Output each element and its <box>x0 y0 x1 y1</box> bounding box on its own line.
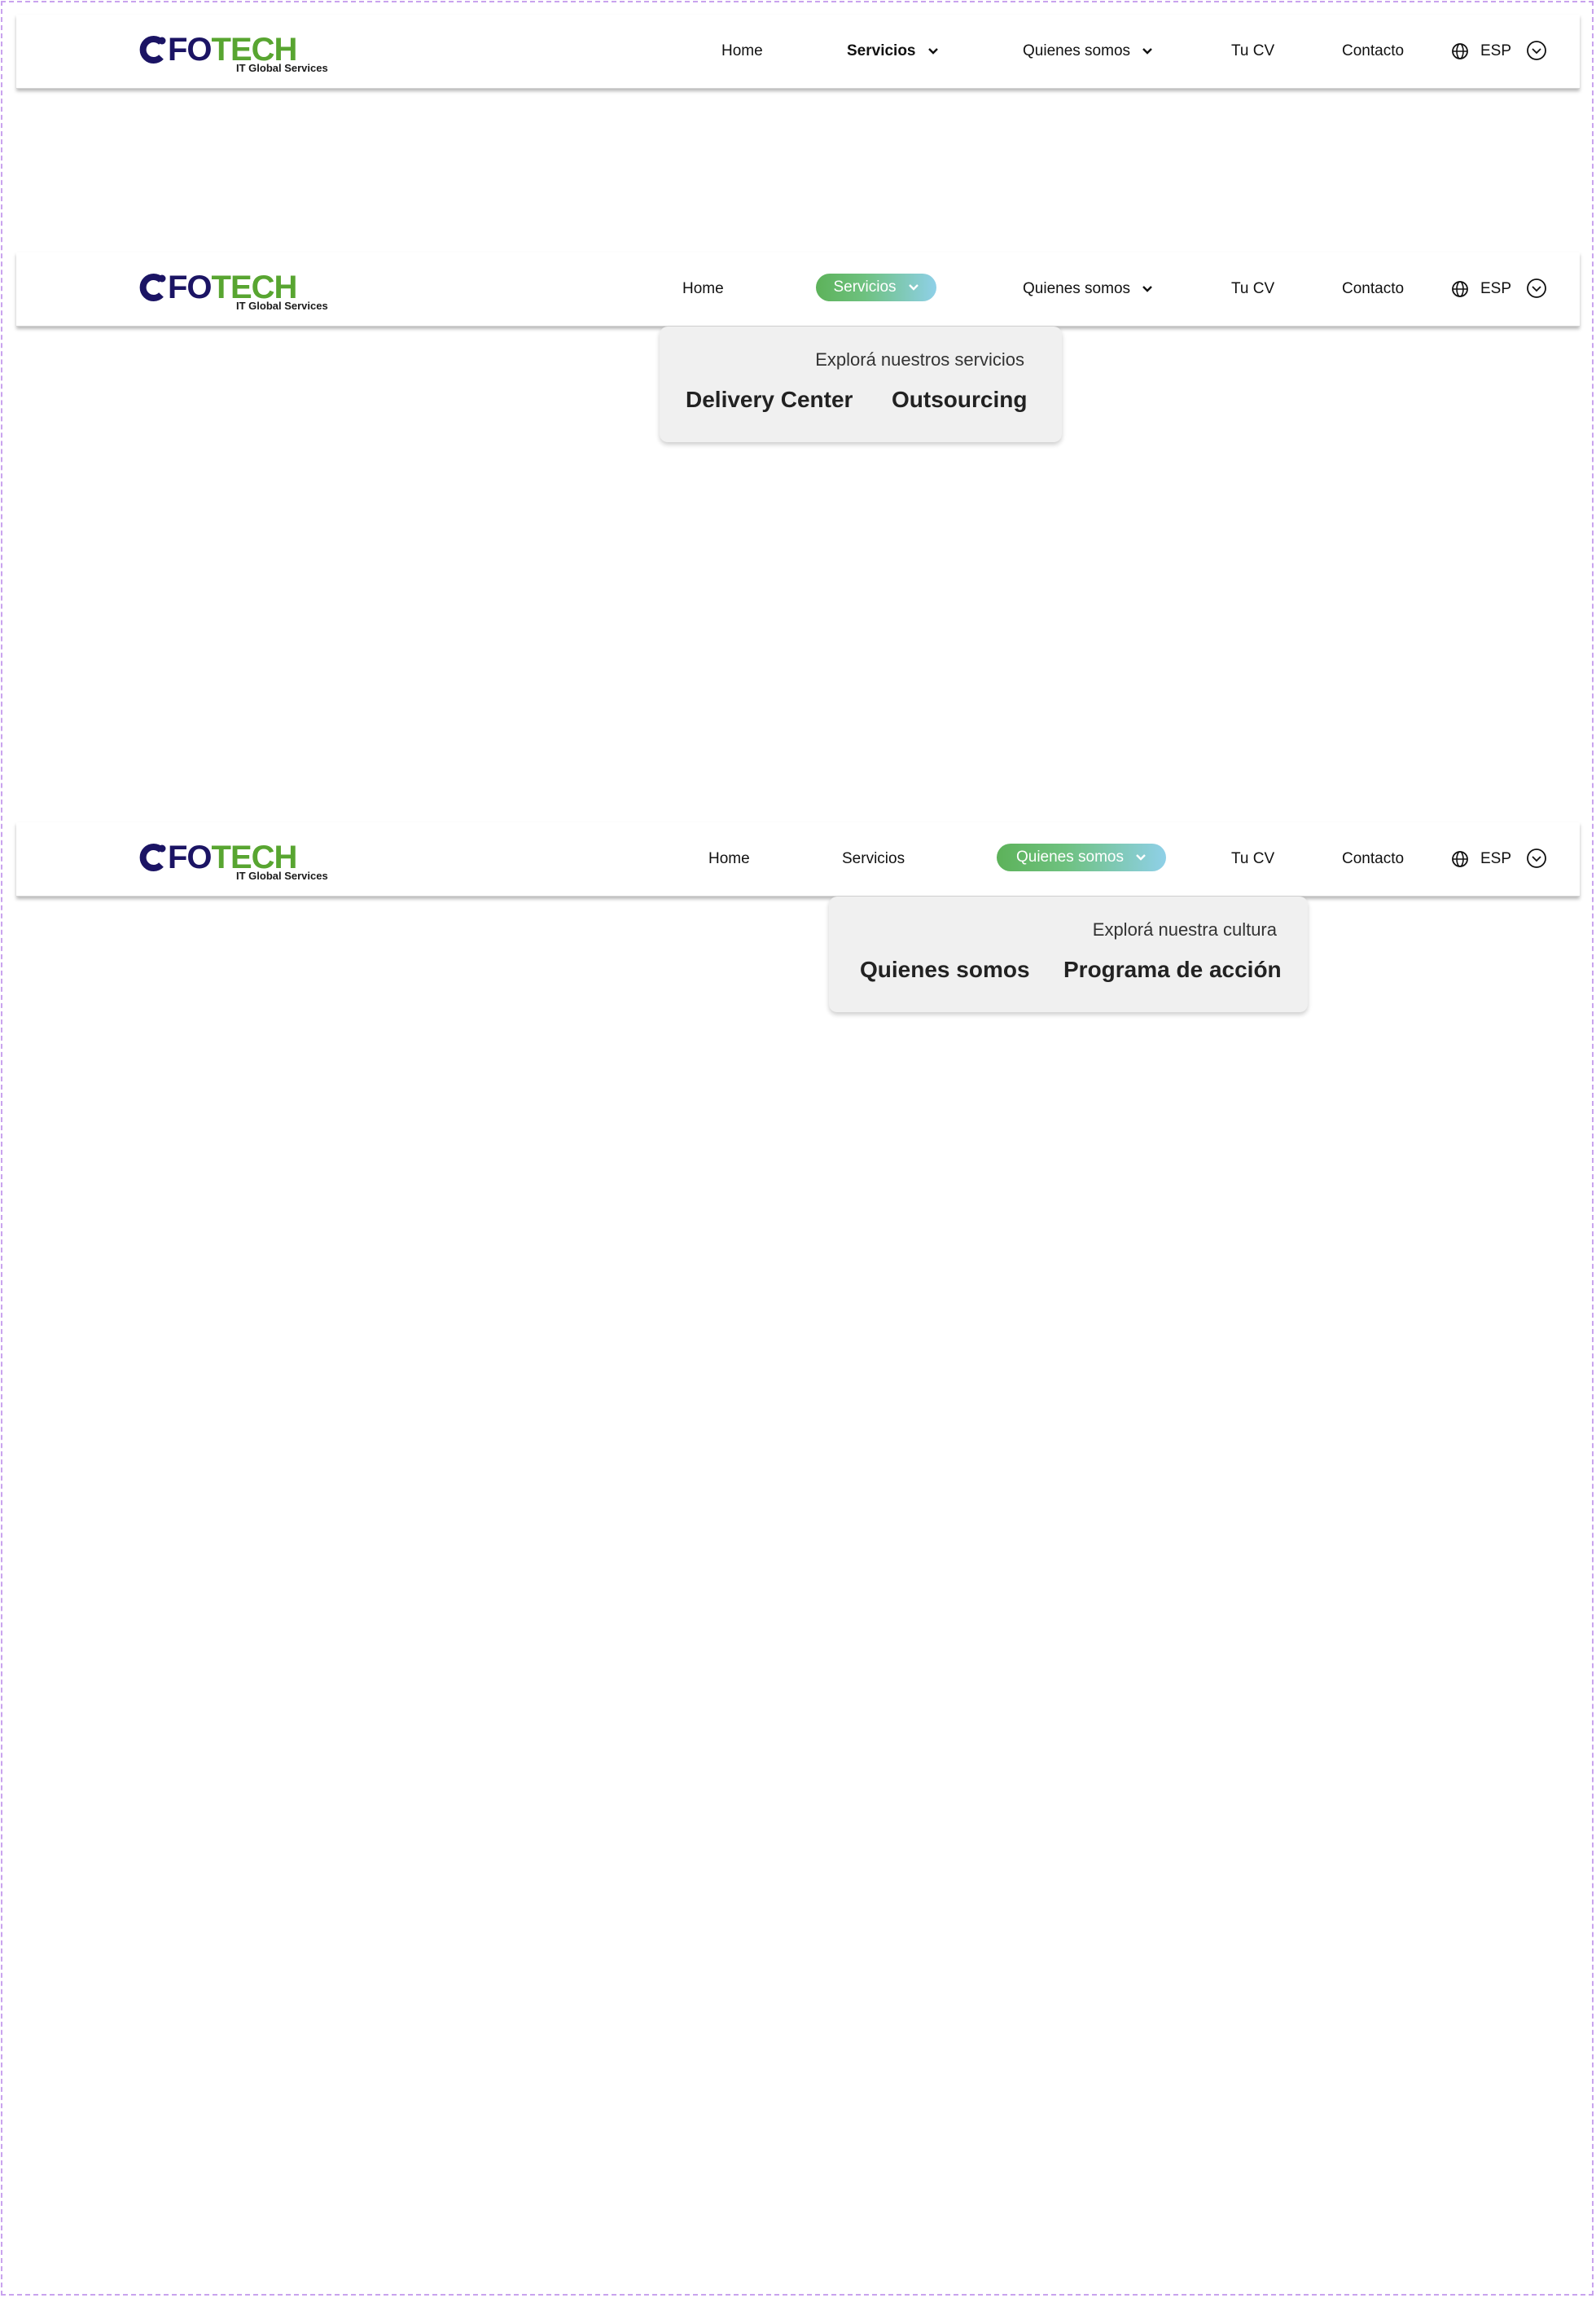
chevron-down-icon <box>1142 286 1152 292</box>
globe-icon <box>1452 851 1468 867</box>
circle-chevron-down-icon[interactable] <box>1526 848 1547 869</box>
nav-cv-label: Tu CV <box>1231 42 1275 59</box>
nav-quienes-somos-active[interactable]: Quienes somos <box>997 844 1166 871</box>
language-label: ESP <box>1480 42 1512 59</box>
logo[interactable]: FOTECH IT Global Services <box>138 31 334 77</box>
nav-home[interactable]: Home <box>708 845 750 873</box>
nav-home[interactable]: Home <box>721 37 763 65</box>
logo-tagline: IT Global Services <box>236 870 328 882</box>
nav-quienes-somos[interactable]: Quienes somos <box>1023 37 1153 65</box>
navbar-default: FOTECH IT Global Services Home Servicios… <box>16 15 1580 89</box>
language-selector[interactable]: ESP <box>1451 37 1511 65</box>
dropdown-link-outsourcing[interactable]: Outsourcing <box>892 387 1027 413</box>
navbar-servicios-open: FOTECH IT Global Services Home Servicios… <box>16 252 1580 327</box>
nav-quienes-label: Quienes somos <box>1015 849 1124 866</box>
nav-servicios-active[interactable]: Servicios <box>816 274 936 301</box>
nav-contacto-label: Contacto <box>1342 850 1405 867</box>
logo-tagline: IT Global Services <box>236 62 328 74</box>
logo[interactable]: FOTECH IT Global Services <box>138 269 334 314</box>
nav-home[interactable]: Home <box>682 275 724 303</box>
quienes-dropdown-caption: Explorá nuestra cultura <box>1092 919 1277 940</box>
nav-tu-cv[interactable]: Tu CV <box>1231 845 1274 873</box>
language-label: ESP <box>1480 280 1512 297</box>
nav-servicios-label: Servicios <box>842 850 905 867</box>
nav-home-label: Home <box>708 850 750 867</box>
language-selector[interactable]: ESP <box>1451 275 1511 303</box>
nav-quienes-label: Quienes somos <box>1023 42 1131 59</box>
language-selector[interactable]: ESP <box>1451 845 1511 873</box>
chevron-down-icon <box>1136 854 1146 861</box>
nav-contacto[interactable]: Contacto <box>1342 37 1404 65</box>
circle-chevron-down-icon[interactable] <box>1526 278 1547 299</box>
chevron-down-icon <box>927 48 938 55</box>
navbar-quienes-somos-open: FOTECH IT Global Services Home Servicios… <box>16 822 1580 897</box>
nav-home-label: Home <box>721 42 763 59</box>
dropdown-link-quienes-somos[interactable]: Quienes somos <box>860 957 1030 983</box>
logo-c-mark-icon <box>139 274 166 301</box>
nav-tu-cv[interactable]: Tu CV <box>1231 37 1274 65</box>
nav-servicios-label: Servicios <box>847 42 916 59</box>
chevron-down-icon <box>1142 48 1152 55</box>
globe-icon <box>1452 43 1468 59</box>
nav-quienes-label: Quienes somos <box>1023 280 1131 297</box>
nav-servicios[interactable]: Servicios <box>842 845 905 873</box>
nav-cv-label: Tu CV <box>1231 280 1275 297</box>
nav-contacto-label: Contacto <box>1342 42 1405 59</box>
servicios-dropdown: Explorá nuestros servicios Delivery Cent… <box>660 327 1062 442</box>
nav-servicios[interactable]: Servicios <box>847 37 939 65</box>
nav-servicios-label: Servicios <box>833 278 897 296</box>
nav-cv-label: Tu CV <box>1231 850 1275 867</box>
language-label: ESP <box>1480 850 1512 867</box>
quienes-somos-dropdown: Explorá nuestra cultura Quienes somos Pr… <box>829 897 1308 1012</box>
chevron-down-icon <box>908 284 919 291</box>
nav-home-label: Home <box>682 280 724 297</box>
globe-icon <box>1452 281 1468 297</box>
logo-tagline: IT Global Services <box>236 300 328 312</box>
logo-c-mark-icon <box>139 844 166 871</box>
circle-chevron-down-icon[interactable] <box>1526 40 1547 61</box>
servicios-dropdown-caption: Explorá nuestros servicios <box>815 349 1024 370</box>
dropdown-link-delivery-center[interactable]: Delivery Center <box>686 387 853 413</box>
dropdown-link-programa-de-accion[interactable]: Programa de acción <box>1063 957 1282 983</box>
nav-contacto[interactable]: Contacto <box>1342 275 1404 303</box>
nav-tu-cv[interactable]: Tu CV <box>1231 275 1274 303</box>
logo[interactable]: FOTECH IT Global Services <box>138 839 334 884</box>
nav-quienes-somos[interactable]: Quienes somos <box>1023 275 1153 303</box>
nav-contacto[interactable]: Contacto <box>1342 845 1404 873</box>
logo-c-mark-icon <box>139 36 166 64</box>
nav-contacto-label: Contacto <box>1342 280 1405 297</box>
